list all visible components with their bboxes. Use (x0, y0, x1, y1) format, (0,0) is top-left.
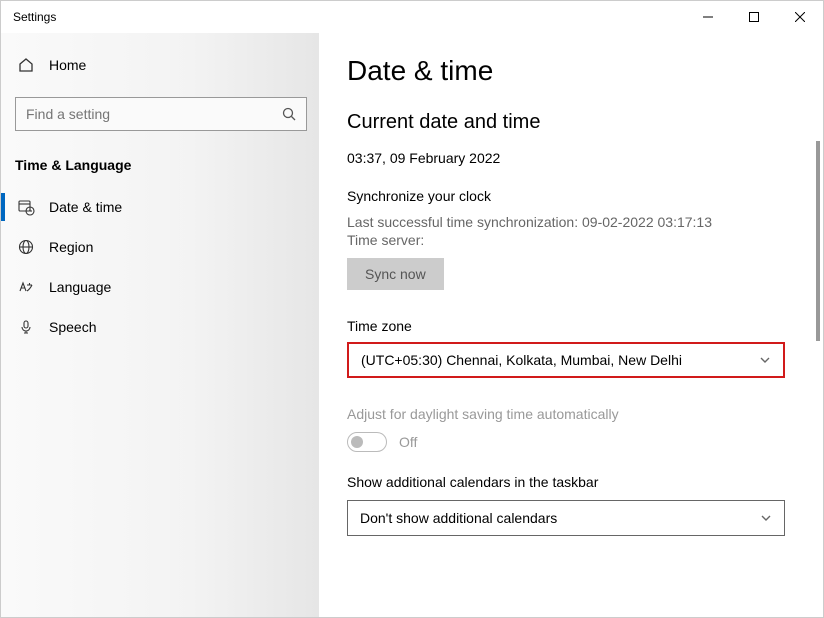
window-title: Settings (13, 10, 56, 24)
content-area: Date & time Current date and time 03:37,… (319, 33, 823, 617)
chevron-down-icon (760, 512, 772, 524)
dst-label: Adjust for daylight saving time automati… (347, 406, 801, 422)
sidebar-item-language[interactable]: Language (15, 267, 305, 307)
sync-now-button[interactable]: Sync now (347, 258, 444, 290)
calendar-clock-icon (17, 199, 35, 216)
sync-server-text: Time server: (347, 232, 801, 248)
scrollbar-thumb[interactable] (816, 141, 820, 341)
home-icon (17, 57, 35, 73)
minimize-button[interactable] (685, 1, 731, 33)
sidebar-item-speech[interactable]: Speech (15, 307, 305, 347)
sidebar-item-label: Speech (49, 319, 96, 335)
maximize-button[interactable] (731, 1, 777, 33)
dst-toggle-state: Off (399, 434, 417, 450)
sync-last-text: Last successful time synchronization: 09… (347, 214, 801, 230)
category-title: Time & Language (15, 157, 305, 173)
timezone-label: Time zone (347, 318, 801, 334)
search-input[interactable] (26, 106, 282, 122)
globe-icon (17, 239, 35, 255)
current-datetime-heading: Current date and time (347, 111, 801, 134)
timezone-select[interactable]: (UTC+05:30) Chennai, Kolkata, Mumbai, Ne… (347, 342, 785, 378)
sidebar-item-label: Date & time (49, 199, 122, 215)
sidebar-item-date-time[interactable]: Date & time (15, 187, 305, 227)
calendars-label: Show additional calendars in the taskbar (347, 474, 801, 490)
sidebar-item-label: Region (49, 239, 93, 255)
window-buttons (685, 1, 823, 33)
dst-toggle[interactable] (347, 432, 387, 452)
title-bar: Settings (1, 1, 823, 33)
chevron-down-icon (759, 354, 771, 366)
sync-heading: Synchronize your clock (347, 188, 801, 204)
close-button[interactable] (777, 1, 823, 33)
sidebar-item-region[interactable]: Region (15, 227, 305, 267)
page-title: Date & time (347, 55, 801, 87)
home-label: Home (49, 57, 86, 73)
language-icon (17, 279, 35, 295)
home-nav[interactable]: Home (15, 51, 305, 79)
current-datetime-value: 03:37, 09 February 2022 (347, 150, 801, 166)
timezone-value: (UTC+05:30) Chennai, Kolkata, Mumbai, Ne… (361, 352, 682, 368)
calendars-value: Don't show additional calendars (360, 510, 557, 526)
search-box[interactable] (15, 97, 307, 131)
toggle-knob (351, 436, 363, 448)
microphone-icon (17, 319, 35, 335)
sidebar-item-label: Language (49, 279, 111, 295)
calendars-select[interactable]: Don't show additional calendars (347, 500, 785, 536)
sidebar: Home Time & Language Date & time Region (1, 33, 319, 617)
search-icon (282, 107, 296, 121)
